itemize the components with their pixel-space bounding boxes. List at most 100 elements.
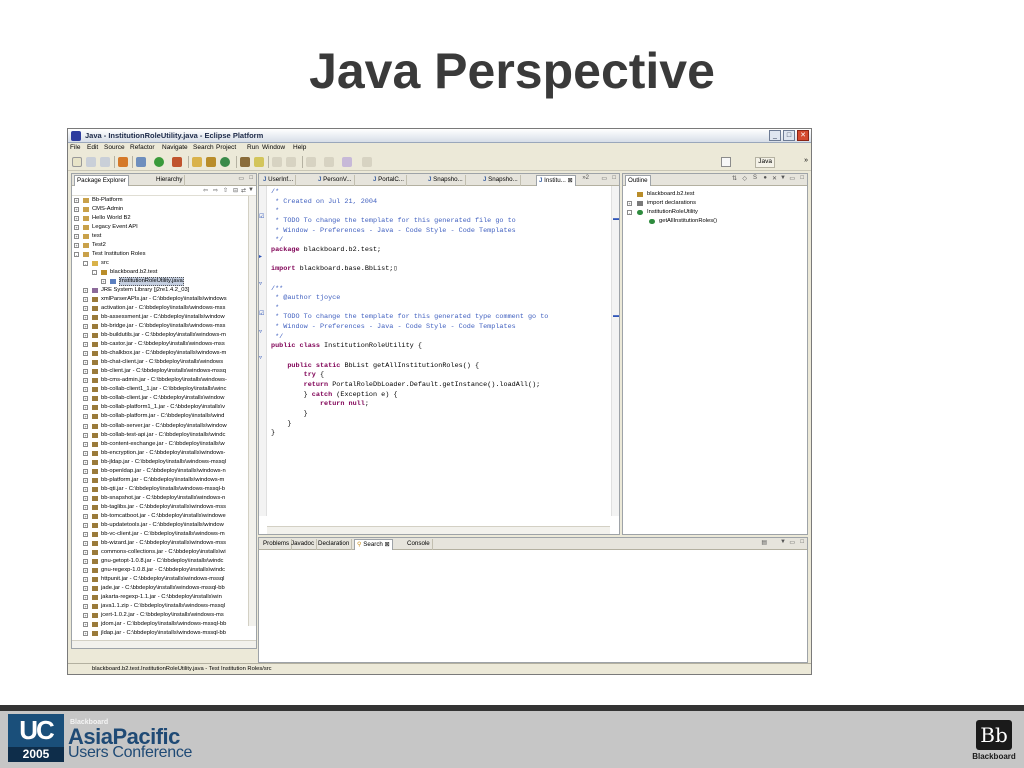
- minimize-view-icon[interactable]: ▭: [789, 175, 795, 182]
- tab-problems[interactable]: Problems: [261, 539, 293, 550]
- tree-item[interactable]: - src: [74, 259, 250, 268]
- tree-item[interactable]: + bb-openldap.jar - C:\bbdeploy\installs\…: [74, 467, 250, 476]
- expand-toggle-icon[interactable]: +: [83, 333, 88, 339]
- hide-static-icon[interactable]: S: [753, 175, 757, 181]
- expand-toggle-icon[interactable]: +: [83, 387, 88, 393]
- hide-local-types-icon[interactable]: ✕: [772, 175, 777, 182]
- tree-item[interactable]: + httpunit.jar - C:\bbdeploy\installs\win…: [74, 575, 250, 584]
- expand-toggle-icon[interactable]: +: [74, 225, 79, 231]
- expand-toggle-icon[interactable]: +: [83, 369, 88, 375]
- tree-item[interactable]: + bb-taglibs.jar - C:\bbdeploy\installs\w…: [74, 503, 250, 512]
- tree-item[interactable]: + bb-assessment.jar - C:\bbdeploy\install…: [74, 313, 250, 322]
- folding-marker-icon[interactable]: ▿: [259, 280, 262, 287]
- tree-item[interactable]: + bb-chalkbox.jar - C:\bbdeploy\installs\…: [74, 349, 250, 358]
- folding-marker-icon[interactable]: ▸: [259, 253, 262, 260]
- sort-icon[interactable]: ⇅: [732, 175, 737, 182]
- tree-item[interactable]: + bb-buildutils.jar - C:\bbdeploy\install…: [74, 331, 250, 340]
- tab-javadoc[interactable]: Javadoc: [289, 539, 318, 550]
- maximize-view-icon[interactable]: □: [800, 539, 804, 545]
- toolbar-overflow[interactable]: »: [804, 157, 808, 164]
- collapse-toggle-icon[interactable]: -: [74, 252, 79, 258]
- tree-item[interactable]: + bb-chat-client.jar - C:\bbdeploy\instal…: [74, 358, 250, 367]
- expand-toggle-icon[interactable]: +: [83, 288, 88, 294]
- tree-item[interactable]: + jcert-1.0.2.jar - C:\bbdeploy\installs\…: [74, 611, 250, 620]
- edit-icon[interactable]: [272, 157, 282, 167]
- expand-toggle-icon[interactable]: +: [83, 549, 88, 555]
- menu-file[interactable]: File: [70, 144, 80, 151]
- collapse-all-icon[interactable]: ⊟: [233, 187, 238, 194]
- expand-toggle-icon[interactable]: +: [83, 423, 88, 429]
- minimize-view-icon[interactable]: ▭: [789, 539, 795, 546]
- print-icon[interactable]: [100, 157, 110, 167]
- new-class-icon[interactable]: [220, 157, 230, 167]
- debug-icon[interactable]: [118, 157, 128, 167]
- menu-source[interactable]: Source: [104, 144, 125, 151]
- external-tools-icon[interactable]: [172, 157, 182, 167]
- tree-item[interactable]: + bb-collab-server.jar - C:\bbdeploy\inst…: [74, 422, 250, 431]
- expand-toggle-icon[interactable]: +: [83, 612, 88, 618]
- tree-item[interactable]: + CMS-Admin: [74, 205, 250, 214]
- expand-toggle-icon[interactable]: +: [83, 621, 88, 627]
- open-perspective-icon[interactable]: [721, 157, 731, 167]
- view-menu-icon[interactable]: ▼: [248, 187, 254, 193]
- expand-toggle-icon[interactable]: +: [83, 351, 88, 357]
- expand-toggle-icon[interactable]: +: [74, 198, 79, 203]
- tree-item[interactable]: + bb-client.jar - C:\bbdeploy\installs\wi…: [74, 367, 250, 376]
- expand-toggle-icon[interactable]: +: [83, 495, 88, 501]
- expand-toggle-icon[interactable]: +: [74, 243, 79, 249]
- java-perspective-button[interactable]: Java: [755, 157, 775, 168]
- collapse-toggle-icon[interactable]: -: [627, 210, 632, 215]
- package-explorer-horizontal-scrollbar[interactable]: [72, 640, 256, 648]
- tree-item[interactable]: + bb-collab-platform.jar - C:\bbdeploy\in…: [74, 412, 250, 421]
- view-menu-icon[interactable]: ▼: [780, 539, 786, 545]
- editor-tab[interactable]: J Institu... ⊠: [536, 175, 576, 186]
- close-tab-icon[interactable]: ⊠: [383, 541, 390, 548]
- close-button[interactable]: ✕: [797, 130, 809, 141]
- menu-help[interactable]: Help: [293, 144, 306, 151]
- menu-project[interactable]: Project: [216, 144, 236, 151]
- close-tab-icon[interactable]: ⊠: [566, 177, 573, 184]
- maximize-view-icon[interactable]: □: [249, 175, 253, 181]
- expand-toggle-icon[interactable]: +: [627, 201, 632, 206]
- tree-item[interactable]: + test: [74, 232, 250, 241]
- tree-item[interactable]: + bb-encryption.jar - C:\bbdeploy\install…: [74, 449, 250, 458]
- menu-refactor[interactable]: Refactor: [130, 144, 155, 151]
- run-icon[interactable]: [154, 157, 164, 167]
- tree-item[interactable]: + bb-tomcatboot.jar - C:\bbdeploy\install…: [74, 512, 250, 521]
- tab-declaration[interactable]: Declaration: [316, 539, 353, 550]
- expand-toggle-icon[interactable]: +: [83, 459, 88, 465]
- editor-tab[interactable]: J PortalC...: [371, 175, 407, 186]
- new-icon[interactable]: [72, 157, 82, 167]
- expand-toggle-icon[interactable]: +: [83, 630, 88, 636]
- task-marker-icon[interactable]: ☑: [259, 213, 264, 220]
- tree-item[interactable]: + Bb-Platform: [74, 196, 250, 205]
- tree-item[interactable]: + jade.jar - C:\bbdeploy\installs\windows…: [74, 584, 250, 593]
- tree-item[interactable]: + InstitutionRoleUtility.java: [74, 277, 250, 287]
- tab-console[interactable]: Console: [405, 539, 433, 550]
- tree-item[interactable]: + bb-vc-client.jar - C:\bbdeploy\installs…: [74, 530, 250, 539]
- expand-toggle-icon[interactable]: +: [83, 396, 88, 402]
- forward-icon[interactable]: [362, 157, 372, 167]
- tree-item[interactable]: + Test2: [74, 241, 250, 250]
- editor-tab[interactable]: J Snapsho...: [481, 175, 521, 186]
- new-java-project-icon[interactable]: [192, 157, 202, 167]
- expand-toggle-icon[interactable]: +: [74, 234, 79, 240]
- expand-toggle-icon[interactable]: +: [83, 297, 88, 303]
- expand-toggle-icon[interactable]: +: [83, 477, 88, 483]
- tree-item[interactable]: + JRE System Library [j2re1.4.2_03]: [74, 286, 250, 295]
- minimize-view-icon[interactable]: ▭: [238, 175, 244, 182]
- tree-item[interactable]: + bb-platform.jar - C:\bbdeploy\installs\…: [74, 476, 250, 485]
- tree-item[interactable]: + bb-wizard.jar - C:\bbdeploy\installs\wi…: [74, 539, 250, 548]
- expand-toggle-icon[interactable]: +: [83, 450, 88, 456]
- expand-toggle-icon[interactable]: +: [83, 405, 88, 411]
- package-explorer-vertical-scrollbar[interactable]: [248, 196, 256, 626]
- tree-item[interactable]: + bb-collab-client1_1.jar - C:\bbdeploy\i…: [74, 385, 250, 394]
- tree-item[interactable]: + jldap.jar - C:\bbdeploy\installs\window…: [74, 629, 250, 638]
- expand-toggle-icon[interactable]: +: [83, 504, 88, 510]
- minimize-editor-icon[interactable]: ▭: [601, 175, 607, 182]
- tab-package-explorer[interactable]: Package Explorer: [74, 175, 129, 186]
- tree-item[interactable]: + bb-content-exchange.jar - C:\bbdeploy\i…: [74, 440, 250, 449]
- menu-window[interactable]: Window: [262, 144, 285, 151]
- tree-item[interactable]: + commons-collections.jar - C:\bbdeploy\i…: [74, 548, 250, 557]
- expand-toggle-icon[interactable]: +: [101, 279, 106, 285]
